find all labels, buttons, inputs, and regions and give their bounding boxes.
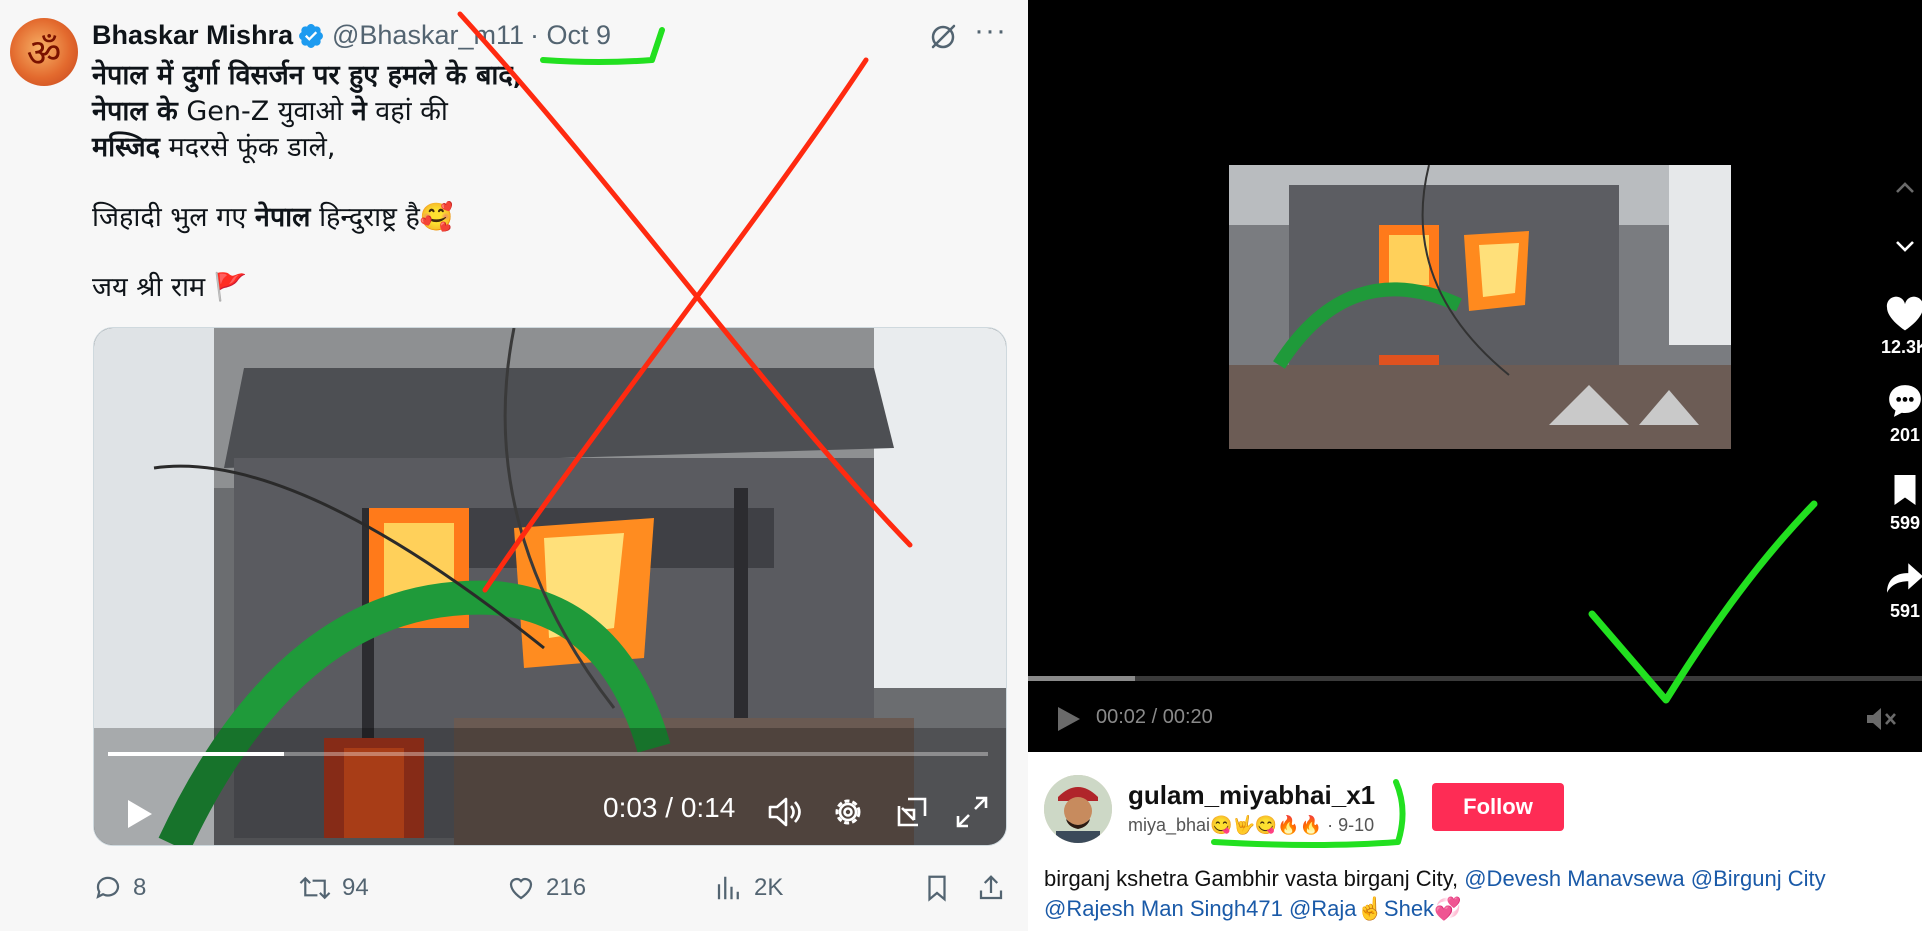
tweet-text: नेपाल में दुर्गा विसर्जन पर हुए हमले के … (92, 58, 972, 306)
avatar-glyph: ॐ (26, 31, 62, 75)
fullscreen-icon[interactable] (952, 792, 992, 832)
video-time: 0:03 / 0:14 (603, 792, 736, 823)
tweet-line: जय श्री राम 🚩 (92, 270, 972, 306)
tweet-line-gap (92, 236, 972, 270)
author-name[interactable]: Bhaskar Mishra (92, 20, 293, 51)
save-action[interactable]: 599 (1870, 472, 1922, 534)
comment-action[interactable]: 201 (1870, 382, 1922, 446)
pip-icon[interactable] (892, 792, 932, 832)
video-time: 00:02 / 00:20 (1096, 706, 1213, 728)
reply-icon (96, 876, 120, 899)
creator-subline: miya_bhai😋🤟😋🔥🔥 · 9-10 (1128, 815, 1374, 836)
tweet-text-segment: वहां की (366, 96, 448, 127)
tweet-text-segment: जिहादी भुल गए (92, 202, 255, 233)
tiktok-panel: 12.3K 201 599 591 00:02 / 00:20 (1028, 0, 1922, 931)
chevron-up-icon[interactable] (1870, 178, 1922, 203)
tweet-line: जिहादी भुल गए नेपाल हिन्दुराष्ट्र है🥰 (92, 200, 972, 236)
tweet-line: नेपाल में दुर्गा विसर्जन पर हुए हमले के … (92, 58, 972, 94)
caption-mention-link[interactable]: @Birgunj City (1691, 866, 1826, 891)
video-frame (94, 328, 1006, 845)
tweet-panel: ॐ Bhaskar Mishra @Bhaskar_m11 · Oct 9 ··… (0, 0, 1028, 931)
tweet-video[interactable]: 0:03 / 0:14 (93, 327, 1007, 846)
tweet-bold-text: नेपाल (254, 202, 311, 233)
comment-count: 201 (1889, 425, 1921, 445)
bookmark-icon (928, 875, 946, 902)
tweet-bold-text: नेपाल के (92, 96, 178, 127)
tweet-bold-text: ने (351, 96, 367, 127)
views-icon (717, 876, 739, 900)
author-handle[interactable]: @Bhaskar_m11 (332, 20, 524, 51)
author-avatar[interactable]: ॐ (10, 18, 78, 86)
post-date[interactable]: · Oct 9 (530, 20, 611, 51)
repost-icon (299, 876, 331, 900)
share-icon (979, 875, 1003, 900)
tweet-bold-text: मस्जिद (92, 132, 161, 163)
views-button[interactable]: 2K (714, 868, 783, 908)
tweet-line: नेपाल के Gen-Z युवाओ ने वहां की (92, 94, 972, 130)
like-icon (509, 877, 533, 900)
reply-count: 8 (133, 874, 147, 901)
video-progress-fill (108, 752, 284, 756)
volume-icon[interactable] (764, 792, 804, 832)
tweet-text-segment: मदरसे फूंक डाले, (160, 132, 336, 163)
heart-icon (1886, 296, 1922, 331)
tweet-text-segment: जय श्री राम 🚩 (92, 272, 248, 303)
mute-icon[interactable] (1864, 704, 1898, 734)
video-progress-fill (1028, 676, 1136, 681)
video-caption: birganj kshetra Gambhir vasta birganj Ci… (1044, 864, 1904, 924)
settings-icon[interactable] (828, 792, 868, 832)
like-button[interactable]: 216 (506, 868, 586, 908)
bookmark-button[interactable] (922, 868, 962, 908)
save-count: 599 (1889, 513, 1921, 533)
caption-mention-link[interactable]: @Raja☝Shek💞 (1289, 896, 1462, 921)
share-action[interactable]: 591 (1870, 560, 1922, 622)
tweet-text-segment: हिन्दुराष्ट्र है🥰 (310, 202, 454, 233)
tiktok-video[interactable]: 12.3K 201 599 591 00:02 / 00:20 (1028, 0, 1922, 752)
follow-button[interactable]: Follow (1432, 783, 1564, 831)
tweet-line: मस्जिद मदरसे फूंक डाले, (92, 130, 972, 166)
repost-count: 94 (342, 874, 369, 901)
like-action[interactable]: 12.3K (1870, 296, 1922, 358)
tweet-line-gap (92, 166, 972, 200)
creator-username[interactable]: gulam_miyabhai_x1 (1128, 780, 1375, 811)
repost-button[interactable]: 94 (298, 868, 369, 908)
video-frame (1229, 165, 1731, 449)
comment-icon (1889, 385, 1921, 417)
play-icon[interactable] (1054, 704, 1082, 734)
tweet-text-segment: Gen-Z युवाओ (177, 96, 352, 127)
tweet-bold-text: नेपाल में दुर्गा विसर्जन पर हुए हमले के … (92, 60, 523, 91)
verified-badge-icon (299, 24, 323, 48)
caption-text: birganj kshetra Gambhir vasta birganj Ci… (1044, 866, 1465, 891)
chevron-down-icon[interactable] (1870, 236, 1922, 261)
share-icon (1887, 563, 1922, 593)
video-progress-bar[interactable] (108, 752, 988, 756)
grok-icon[interactable] (928, 22, 958, 52)
bookmark-icon (1894, 475, 1916, 505)
caption-mention-link[interactable]: @Rajesh Man Singh471 (1044, 896, 1283, 921)
share-count: 591 (1889, 601, 1921, 621)
post-date: · 9-10 (1322, 815, 1375, 835)
caption-mention-link[interactable]: @Devesh Manavsewa (1464, 866, 1684, 891)
creator-nickname: miya_bhai😋🤟😋🔥🔥 (1128, 815, 1323, 835)
more-icon[interactable]: ··· (974, 14, 1007, 48)
creator-avatar[interactable] (1044, 775, 1112, 843)
play-icon[interactable] (118, 794, 158, 834)
video-progress-bar[interactable] (1028, 676, 1922, 681)
avatar-image (1044, 775, 1112, 843)
like-count: 216 (546, 874, 587, 901)
reply-button[interactable]: 8 (93, 868, 146, 908)
share-button[interactable] (976, 868, 1016, 908)
views-count: 2K (754, 874, 784, 901)
like-count: 12.3K (1880, 337, 1922, 357)
